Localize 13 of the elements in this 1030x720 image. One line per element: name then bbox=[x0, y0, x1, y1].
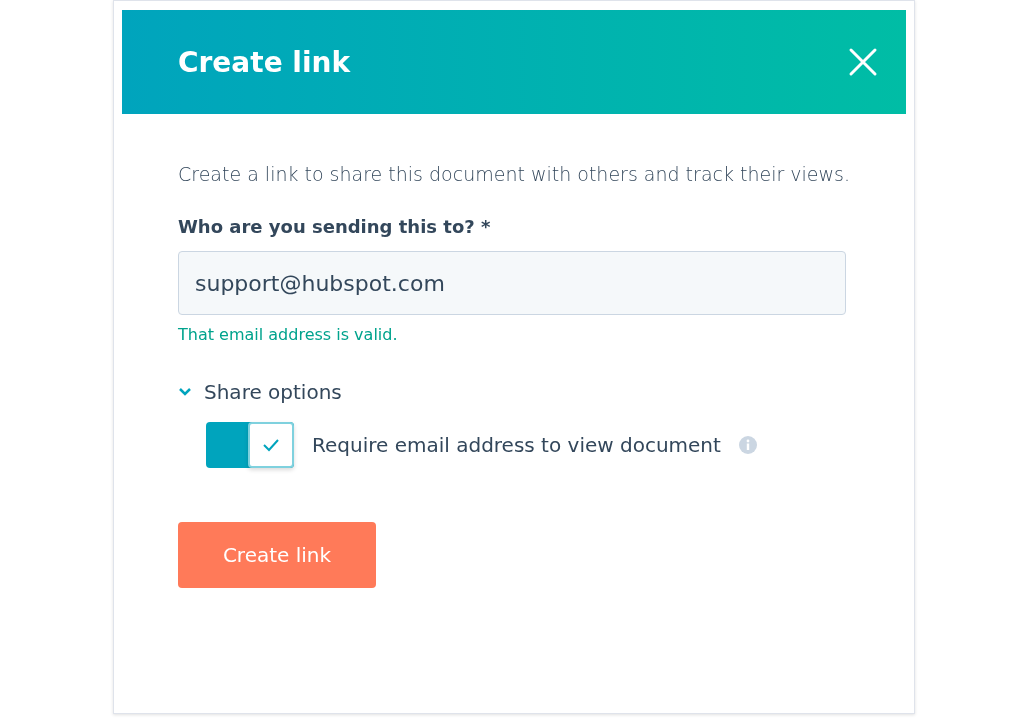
close-icon bbox=[848, 47, 878, 77]
check-icon bbox=[261, 437, 281, 453]
field-label: Who are you sending this to? * bbox=[178, 216, 491, 237]
description-text: Create a link to share this document with others and track their views. bbox=[178, 162, 850, 187]
caret-icon bbox=[178, 387, 192, 397]
validation-message: That email address is valid. bbox=[178, 325, 398, 344]
info-icon[interactable] bbox=[738, 436, 757, 454]
toggle-switch[interactable] bbox=[206, 422, 294, 468]
email-input-field[interactable]: support@hubspot.com bbox=[178, 251, 846, 315]
dialog-title: Create link bbox=[178, 45, 351, 79]
toggle-label: Require email address to view document bbox=[312, 433, 721, 457]
share-options-toggle[interactable]: Share options bbox=[178, 380, 342, 404]
close-button[interactable] bbox=[848, 47, 878, 77]
